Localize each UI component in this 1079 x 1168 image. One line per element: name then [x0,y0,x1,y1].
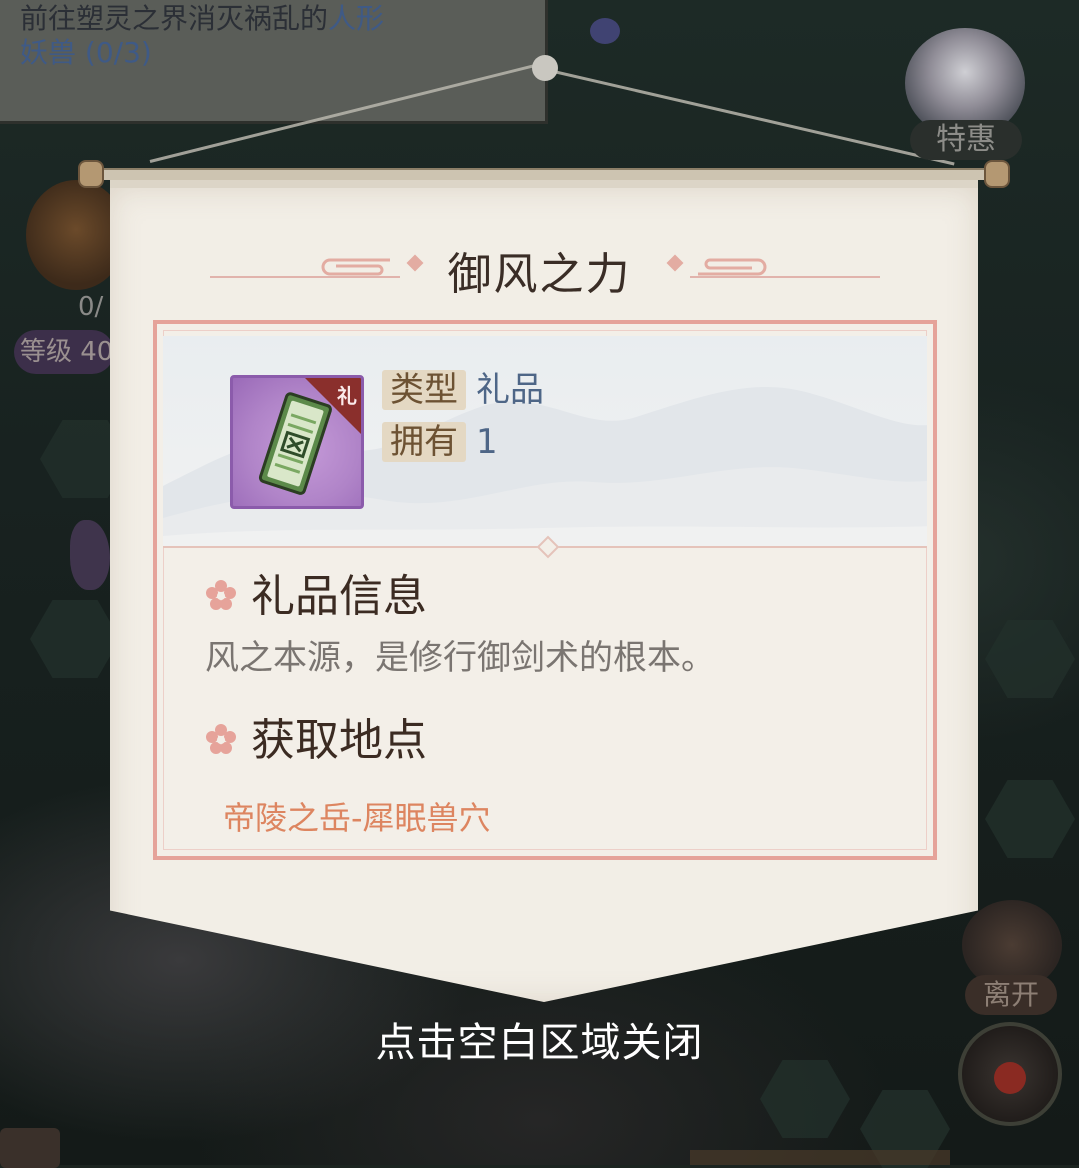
source-heading-text: 获取地点 [251,715,427,766]
type-key: 类型 [382,370,466,410]
level-badge: 等级 40 [14,330,114,374]
owned-value: 1 [476,422,498,462]
quest-highlight: 人形 [328,2,385,35]
owned-key: 拥有 [382,422,466,462]
item-description: 风之本源，是修行御剑术的根本。 [205,638,715,678]
gift-item-icon[interactable]: 礼 [230,375,364,509]
dialog-header: 御风之力 [0,232,1079,302]
rod-cap-right [984,160,1010,188]
close-hint: 点击空白区域关闭 [375,1020,704,1066]
item-type-row: 类型 礼品 [382,370,544,410]
scroll-rod [78,160,1010,188]
bottom-left-widget[interactable] [0,1128,60,1168]
flower-bullet-icon [206,580,236,610]
flower-bullet-icon [206,724,236,754]
special-offer-label[interactable]: 特惠 [910,120,1022,160]
quest-line-1: 前往塑灵之界消灭祸乱的人形 [20,2,525,36]
quest-line-2: 妖兽 (0/3) [20,36,152,69]
rope-knot [532,55,558,81]
rod-cap-left [78,160,104,188]
item-info-card: 礼 类型 礼品 拥有 1 礼品信息 风之本源，是修行御剑术的根本。 获取地点 帝陵之… [153,320,937,860]
gem-decoration [590,18,620,44]
type-value: 礼品 [476,370,544,410]
acquire-location-link[interactable]: 帝陵之岳-犀眠兽穴 [223,798,491,838]
gift-badge-label: 礼 [337,384,357,408]
dialog-title: 御风之力 [447,249,632,300]
info-section-heading: 礼品信息 [205,570,427,624]
quest-tracker[interactable]: 前往塑灵之界消灭祸乱的人形 妖兽 (0/3) [0,0,548,124]
item-owned-row: 拥有 1 [382,422,498,462]
source-section-heading: 获取地点 [205,714,427,768]
bottom-bar [690,1150,950,1165]
leave-label[interactable]: 离开 [965,975,1057,1015]
quest-text: 前往塑灵之界消灭祸乱的 [20,2,329,35]
info-heading-text: 礼品信息 [251,571,427,622]
